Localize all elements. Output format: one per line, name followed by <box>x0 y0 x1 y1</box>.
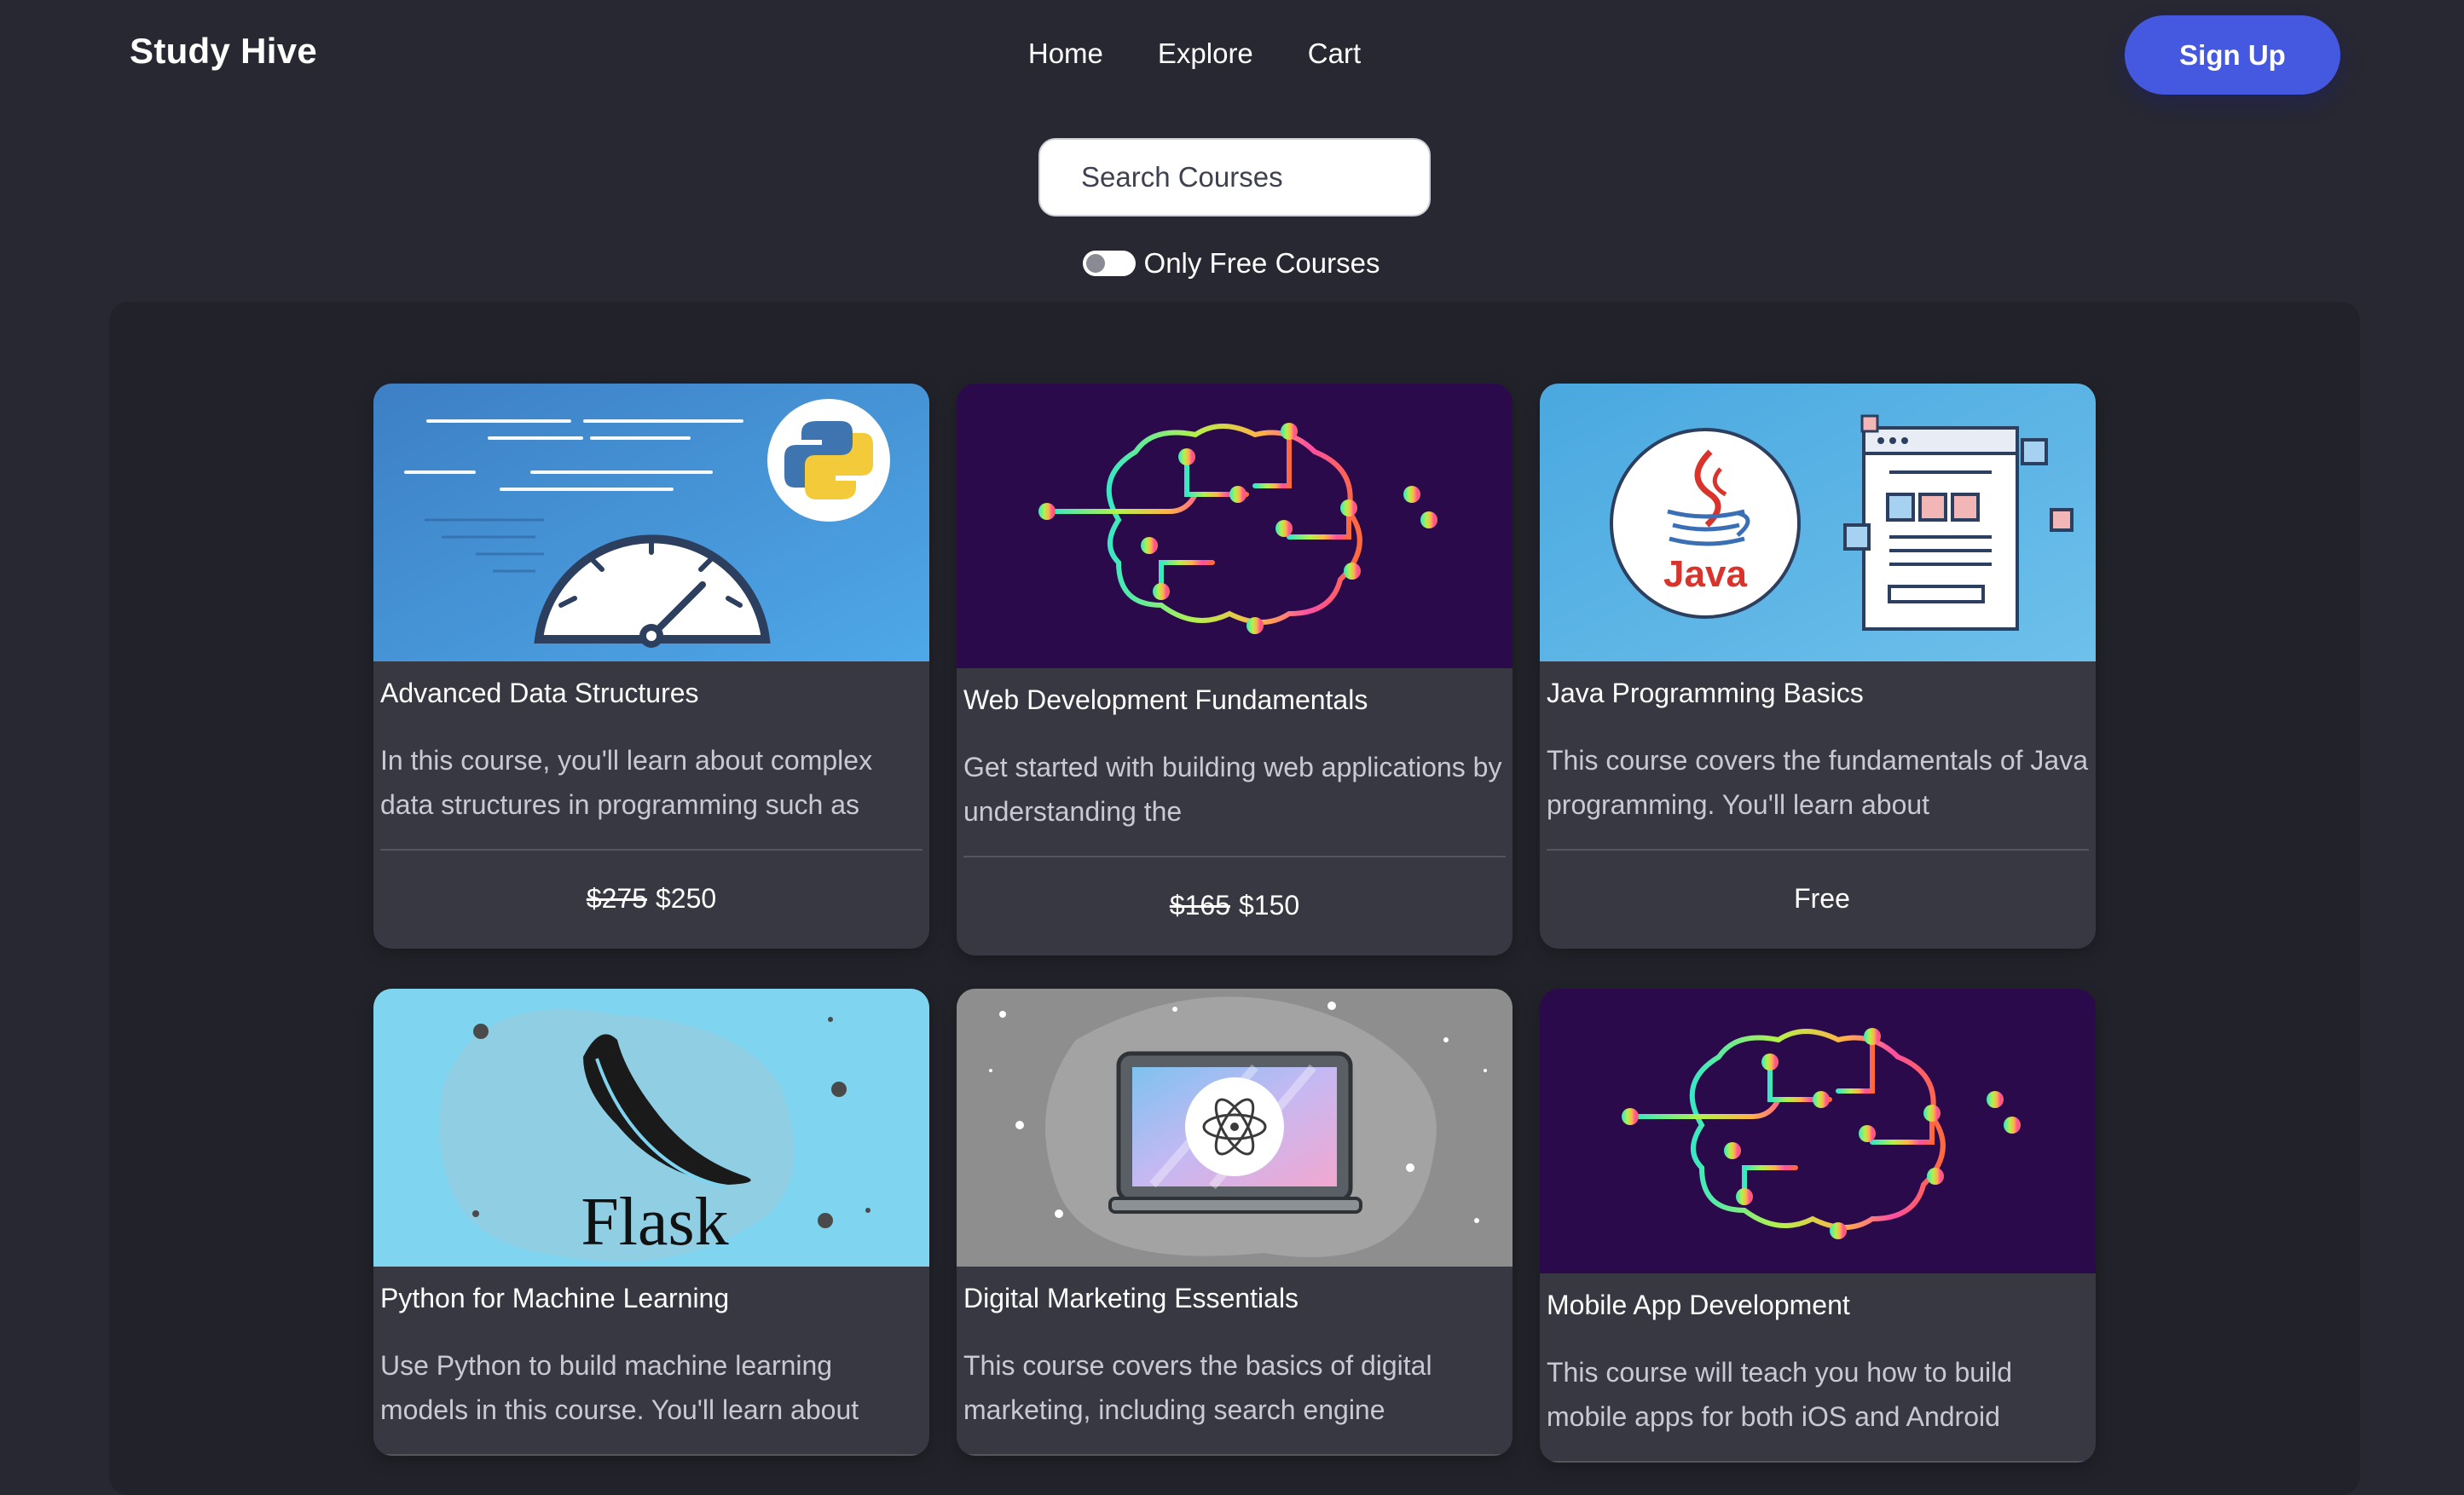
only-free-label: Only Free Courses <box>1143 247 1380 279</box>
divider <box>963 1454 1506 1457</box>
course-title[interactable]: Digital Marketing Essentials <box>963 1282 1506 1314</box>
course-description: Get started with building web applicatio… <box>963 752 1502 828</box>
divider <box>380 1454 923 1457</box>
laptop-atom-image <box>957 989 1513 1267</box>
course-description: In this course, you'll learn about compl… <box>380 745 873 821</box>
sale-price: $250 <box>656 883 717 915</box>
course-grid-panel: Advanced Data Structures In this course,… <box>109 302 2360 1495</box>
java-logo-text: Java <box>1663 553 1747 595</box>
sale-price: $150 <box>1239 890 1300 921</box>
flask-logo-text: Flask <box>581 1185 728 1260</box>
neon-brain-image <box>1540 989 2096 1273</box>
course-description: This course covers the fundamentals of J… <box>1547 745 2088 821</box>
course-title[interactable]: Python for Machine Learning <box>380 1282 923 1314</box>
course-description: Use Python to build machine learning mod… <box>380 1350 859 1426</box>
course-card[interactable]: Flask Python for Machine Learning Use Py… <box>373 989 929 1457</box>
course-card[interactable]: Mobile App Development This course will … <box>1540 989 2096 1463</box>
course-title[interactable]: Java Programming Basics <box>1547 677 2089 709</box>
nav-home-link[interactable]: Home <box>1028 38 1103 70</box>
only-free-toggle[interactable] <box>1082 251 1136 276</box>
course-description: This course covers the basics of digital… <box>963 1350 1432 1426</box>
course-price: $165 $150 <box>957 857 1513 955</box>
course-title[interactable]: Mobile App Development <box>1547 1289 2089 1321</box>
original-price: $275 <box>586 883 647 915</box>
sale-price: Free <box>1794 883 1850 915</box>
python-speedometer-image <box>373 384 929 661</box>
flask-logo-image: Flask <box>373 989 929 1267</box>
course-card[interactable]: Web Development Fundamentals Get started… <box>957 384 1513 956</box>
java-logo-image: Java <box>1540 384 2096 661</box>
original-price: $165 <box>1169 890 1230 921</box>
divider <box>1547 1461 2089 1463</box>
course-price: $275 $250 <box>373 851 929 949</box>
toggle-knob <box>1085 254 1105 273</box>
course-card[interactable]: Digital Marketing Essentials This course… <box>957 989 1513 1457</box>
course-card[interactable]: Advanced Data Structures In this course,… <box>373 384 929 950</box>
main-nav: Home Explore Cart <box>0 38 2464 70</box>
course-description: This course will teach you how to build … <box>1547 1357 2013 1433</box>
nav-cart-link[interactable]: Cart <box>1308 38 1361 70</box>
search-courses-input[interactable] <box>1038 138 1431 216</box>
course-title[interactable]: Web Development Fundamentals <box>963 684 1506 716</box>
nav-explore-link[interactable]: Explore <box>1158 38 1253 70</box>
course-card[interactable]: Java Java Programming Basics This course… <box>1540 384 2096 950</box>
course-price: Free <box>1540 851 2096 949</box>
free-filter-row: Only Free Courses <box>0 247 2464 280</box>
course-title[interactable]: Advanced Data Structures <box>380 677 923 709</box>
sign-up-button[interactable]: Sign Up <box>2125 15 2340 95</box>
neon-brain-image <box>957 384 1513 668</box>
